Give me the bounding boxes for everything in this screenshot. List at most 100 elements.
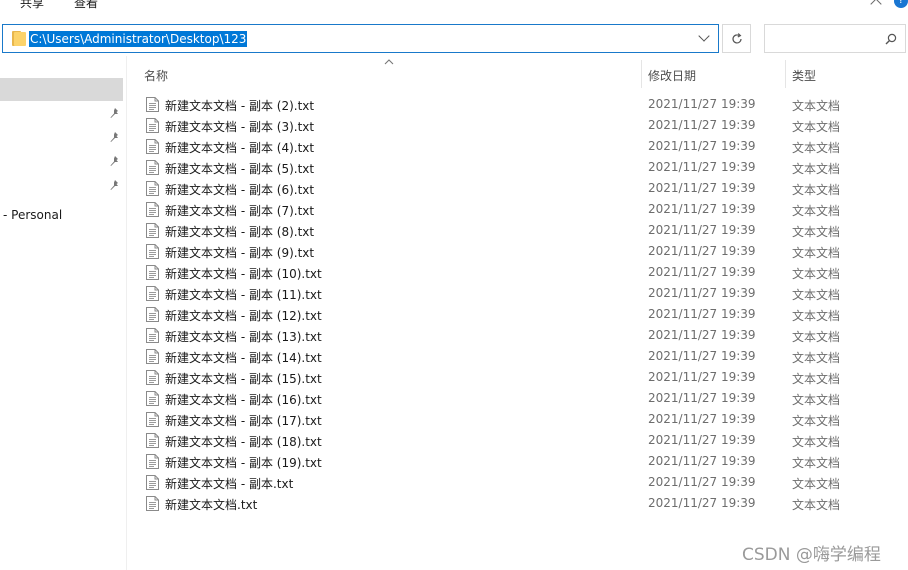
text-file-icon: [146, 391, 159, 406]
text-file-icon: [146, 475, 159, 490]
text-file-icon: [146, 181, 159, 196]
text-file-icon: [146, 139, 159, 154]
file-name: 新建文本文档 - 副本 (11).txt: [165, 288, 322, 302]
text-file-icon: [146, 496, 159, 511]
file-type: 文本文档: [792, 498, 841, 512]
file-name: 新建文本文档 - 副本 (17).txt: [165, 414, 322, 428]
search-input[interactable]: [764, 24, 906, 53]
file-row[interactable]: 新建文本文档.txt 2021/11/27 19:39 文本文档: [136, 493, 908, 514]
file-name: 新建文本文档 - 副本 (3).txt: [165, 120, 315, 134]
column-header-name[interactable]: 名称: [144, 67, 168, 84]
file-type: 文本文档: [792, 99, 841, 113]
file-type: 文本文档: [792, 372, 841, 386]
file-type: 文本文档: [792, 435, 841, 449]
file-type: 文本文档: [792, 204, 841, 218]
column-header-date[interactable]: 修改日期: [648, 67, 696, 84]
file-row[interactable]: 新建文本文档 - 副本 (16).txt 2021/11/27 19:39 文本文档: [136, 388, 908, 409]
search-icon[interactable]: [885, 33, 897, 45]
file-name: 新建文本文档 - 副本 (7).txt: [165, 204, 315, 218]
text-file-icon: [146, 349, 159, 364]
pin-icon[interactable]: [110, 132, 120, 142]
help-icon[interactable]: ?: [894, 0, 908, 8]
text-file-icon: [146, 223, 159, 238]
pin-icon[interactable]: [110, 180, 120, 190]
file-row[interactable]: 新建文本文档 - 副本 (14).txt 2021/11/27 19:39 文本文档: [136, 346, 908, 367]
text-file-icon: [146, 370, 159, 385]
file-modified-date: 2021/11/27 19:39: [648, 370, 756, 384]
file-type: 文本文档: [792, 267, 841, 281]
refresh-button[interactable]: [722, 24, 751, 53]
file-row[interactable]: 新建文本文档 - 副本 (3).txt 2021/11/27 19:39 文本文档: [136, 115, 908, 136]
column-divider[interactable]: [785, 60, 786, 88]
text-file-icon: [146, 118, 159, 133]
tab-view[interactable]: 查看: [74, 0, 98, 11]
file-modified-date: 2021/11/27 19:39: [648, 349, 756, 363]
file-name: 新建文本文档.txt: [165, 498, 258, 512]
file-name: 新建文本文档 - 副本 (16).txt: [165, 393, 322, 407]
file-type: 文本文档: [792, 330, 841, 344]
file-name: 新建文本文档 - 副本 (5).txt: [165, 162, 315, 176]
file-modified-date: 2021/11/27 19:39: [648, 286, 756, 300]
nav-item-personal[interactable]: - Personal: [3, 208, 62, 222]
file-row[interactable]: 新建文本文档 - 副本 (8).txt 2021/11/27 19:39 文本文档: [136, 220, 908, 241]
text-file-icon: [146, 412, 159, 427]
file-row[interactable]: 新建文本文档 - 副本 (9).txt 2021/11/27 19:39 文本文档: [136, 241, 908, 262]
text-file-icon: [146, 433, 159, 448]
file-type: 文本文档: [792, 162, 841, 176]
file-type: 文本文档: [792, 456, 841, 470]
file-modified-date: 2021/11/27 19:39: [648, 223, 756, 237]
chevron-down-icon[interactable]: [696, 31, 712, 47]
ribbon-controls: ?: [868, 0, 908, 8]
nav-item-selected[interactable]: [0, 78, 123, 101]
file-row[interactable]: 新建文本文档 - 副本 (18).txt 2021/11/27 19:39 文本文档: [136, 430, 908, 451]
file-modified-date: 2021/11/27 19:39: [648, 391, 756, 405]
file-modified-date: 2021/11/27 19:39: [648, 412, 756, 426]
file-row[interactable]: 新建文本文档 - 副本 (11).txt 2021/11/27 19:39 文本文档: [136, 283, 908, 304]
file-row[interactable]: 新建文本文档 - 副本 (12).txt 2021/11/27 19:39 文本文档: [136, 304, 908, 325]
file-type: 文本文档: [792, 309, 841, 323]
file-modified-date: 2021/11/27 19:39: [648, 307, 756, 321]
tab-share[interactable]: 共享: [20, 0, 44, 11]
file-row[interactable]: 新建文本文档 - 副本 (13).txt 2021/11/27 19:39 文本文档: [136, 325, 908, 346]
pin-icon[interactable]: [110, 108, 120, 118]
watermark: CSDN @嗨学编程: [742, 545, 881, 565]
text-file-icon: [146, 160, 159, 175]
text-file-icon: [146, 97, 159, 112]
file-modified-date: 2021/11/27 19:39: [648, 475, 756, 489]
file-row[interactable]: 新建文本文档 - 副本 (7).txt 2021/11/27 19:39 文本文档: [136, 199, 908, 220]
file-modified-date: 2021/11/27 19:39: [648, 433, 756, 447]
file-row[interactable]: 新建文本文档 - 副本 (19).txt 2021/11/27 19:39 文本文档: [136, 451, 908, 472]
address-bar[interactable]: C:\Users\Administrator\Desktop\123: [2, 24, 719, 53]
file-row[interactable]: 新建文本文档 - 副本 (5).txt 2021/11/27 19:39 文本文档: [136, 157, 908, 178]
file-type: 文本文档: [792, 393, 841, 407]
text-file-icon: [146, 202, 159, 217]
file-row[interactable]: 新建文本文档 - 副本 (17).txt 2021/11/27 19:39 文本文档: [136, 409, 908, 430]
file-row[interactable]: 新建文本文档 - 副本 (6).txt 2021/11/27 19:39 文本文档: [136, 178, 908, 199]
file-row[interactable]: 新建文本文档 - 副本 (4).txt 2021/11/27 19:39 文本文档: [136, 136, 908, 157]
text-file-icon: [146, 244, 159, 259]
file-type: 文本文档: [792, 225, 841, 239]
file-modified-date: 2021/11/27 19:39: [648, 454, 756, 468]
column-divider[interactable]: [641, 60, 642, 88]
file-modified-date: 2021/11/27 19:39: [648, 202, 756, 216]
file-modified-date: 2021/11/27 19:39: [648, 244, 756, 258]
text-file-icon: [146, 286, 159, 301]
collapse-ribbon-icon[interactable]: [868, 0, 884, 8]
file-row[interactable]: 新建文本文档 - 副本.txt 2021/11/27 19:39 文本文档: [136, 472, 908, 493]
file-name: 新建文本文档 - 副本 (15).txt: [165, 372, 322, 386]
file-type: 文本文档: [792, 288, 841, 302]
file-modified-date: 2021/11/27 19:39: [648, 181, 756, 195]
sort-ascending-icon: [384, 59, 394, 65]
file-type: 文本文档: [792, 351, 841, 365]
address-path-input[interactable]: C:\Users\Administrator\Desktop\123: [29, 31, 248, 47]
file-row[interactable]: 新建文本文档 - 副本 (15).txt 2021/11/27 19:39 文本文档: [136, 367, 908, 388]
file-modified-date: 2021/11/27 19:39: [648, 496, 756, 510]
file-row[interactable]: 新建文本文档 - 副本 (10).txt 2021/11/27 19:39 文本文档: [136, 262, 908, 283]
pin-icon[interactable]: [110, 156, 120, 166]
text-file-icon: [146, 454, 159, 469]
file-name: 新建文本文档 - 副本 (10).txt: [165, 267, 322, 281]
file-row[interactable]: 新建文本文档 - 副本 (2).txt 2021/11/27 19:39 文本文档: [136, 94, 908, 115]
file-modified-date: 2021/11/27 19:39: [648, 160, 756, 174]
column-header-type[interactable]: 类型: [792, 67, 816, 84]
file-type: 文本文档: [792, 477, 841, 491]
